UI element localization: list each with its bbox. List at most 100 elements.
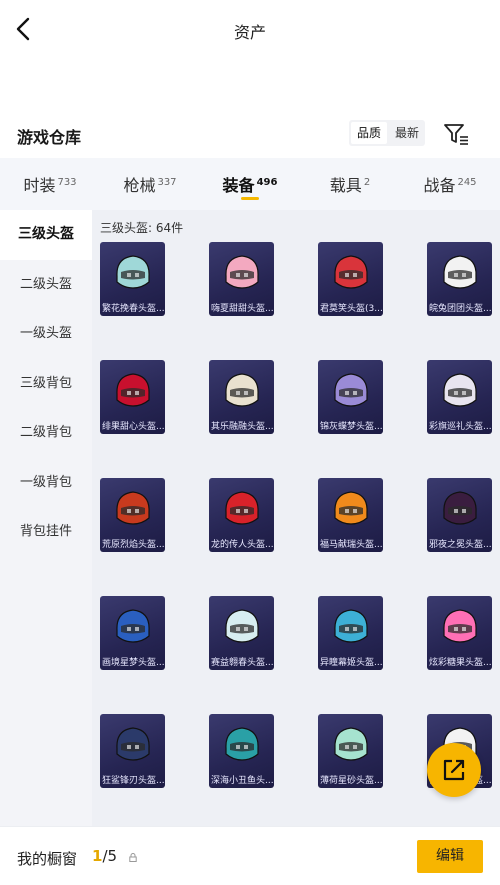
showcase-label: 我的橱窗 bbox=[17, 850, 78, 868]
item-card[interactable]: 皖兔团团头盔... bbox=[427, 242, 492, 316]
tab-3[interactable]: 载具 2 bbox=[300, 158, 400, 210]
tab-label: 枪械 bbox=[123, 176, 156, 195]
helmet-icon bbox=[225, 727, 259, 761]
item-card[interactable]: 繁花挽春头盔... bbox=[100, 242, 165, 316]
filter-icon[interactable] bbox=[443, 122, 469, 146]
helmet-icon bbox=[225, 373, 259, 407]
sidebar-item-0[interactable]: 三级头盔 bbox=[0, 210, 92, 260]
showcase-count: 1/5 bbox=[92, 847, 117, 865]
helmet-icon bbox=[334, 727, 368, 761]
helmet-icon bbox=[334, 373, 368, 407]
item-card[interactable]: 邪夜之冕头盔... bbox=[427, 478, 492, 552]
sidebar-item-3[interactable]: 三级背包 bbox=[0, 359, 92, 409]
helmet-icon bbox=[225, 255, 259, 289]
item-name: 彩旗巡礼头盔... bbox=[429, 422, 492, 432]
tab-label: 装备 bbox=[222, 176, 255, 195]
helmet-icon bbox=[443, 373, 477, 407]
item-card[interactable]: 炫彩糖果头盔... bbox=[427, 596, 492, 670]
item-card[interactable]: 深海小丑鱼头... bbox=[209, 714, 274, 788]
item-card[interactable]: 绯果甜心头盔... bbox=[100, 360, 165, 434]
tab-label: 载具 bbox=[329, 176, 362, 195]
item-name: 皖兔团团头盔... bbox=[429, 304, 492, 314]
helmet-icon bbox=[334, 491, 368, 525]
item-name: 赛益翱春头盔... bbox=[211, 658, 274, 668]
item-name: 异瞳幕姬头盔... bbox=[320, 658, 383, 668]
share-button[interactable] bbox=[427, 743, 481, 797]
item-card[interactable]: 荒原烈焰头盔... bbox=[100, 478, 165, 552]
share-icon bbox=[443, 759, 465, 781]
item-name: 嗨夏甜甜头盔... bbox=[211, 304, 274, 314]
item-card[interactable]: 龙的传人头盔... bbox=[209, 478, 274, 552]
tab-active-indicator bbox=[241, 197, 259, 200]
item-name: 君莫笑头盔(3... bbox=[320, 304, 383, 314]
item-card[interactable]: 赛益翱春头盔... bbox=[209, 596, 274, 670]
item-card[interactable]: 异瞳幕姬头盔... bbox=[318, 596, 383, 670]
tab-4[interactable]: 战备 245 bbox=[400, 158, 500, 210]
item-card[interactable]: 彩旗巡礼头盔... bbox=[427, 360, 492, 434]
warehouse-header: 游戏仓库 品质 最新 bbox=[0, 110, 500, 158]
sidebar-item-5[interactable]: 一级背包 bbox=[0, 458, 92, 508]
item-name: 锦灰蝶梦头盔... bbox=[320, 422, 383, 432]
section-title: 游戏仓库 bbox=[17, 128, 82, 147]
helmet-icon bbox=[116, 727, 150, 761]
tab-label: 战备 bbox=[423, 176, 456, 195]
tab-1[interactable]: 枪械 337 bbox=[100, 158, 200, 210]
item-name: 炫彩糖果头盔... bbox=[429, 658, 492, 668]
tab-count: 337 bbox=[157, 177, 177, 188]
item-card[interactable]: 狂鲨锋刃头盔... bbox=[100, 714, 165, 788]
item-card[interactable]: 君莫笑头盔(3... bbox=[318, 242, 383, 316]
showcase-current: 1 bbox=[92, 847, 103, 865]
item-card[interactable]: 锦灰蝶梦头盔... bbox=[318, 360, 383, 434]
lock-icon bbox=[129, 853, 137, 862]
helmet-icon bbox=[443, 255, 477, 289]
helmet-icon bbox=[225, 609, 259, 643]
page-title: 资产 bbox=[233, 23, 266, 42]
sort-quality-button[interactable]: 品质 bbox=[351, 122, 387, 144]
item-name: 绯果甜心头盔... bbox=[102, 422, 165, 432]
category-tabs: 时装 733 枪械 337 装备 496 载具 2 战备 245 bbox=[0, 158, 500, 210]
helmet-icon bbox=[116, 373, 150, 407]
helmet-icon bbox=[443, 491, 477, 525]
item-name: 邪夜之冕头盔... bbox=[429, 540, 492, 550]
top-bar: 资产 bbox=[0, 0, 500, 60]
helmet-icon bbox=[116, 255, 150, 289]
sort-latest-button[interactable]: 最新 bbox=[389, 122, 425, 144]
helmet-icon bbox=[225, 491, 259, 525]
helmet-icon bbox=[334, 609, 368, 643]
sidebar-item-6[interactable]: 背包挂件 bbox=[0, 507, 92, 557]
item-card[interactable]: 画境星梦头盔... bbox=[100, 596, 165, 670]
helmet-icon bbox=[116, 609, 150, 643]
item-card[interactable]: 嗨夏甜甜头盔... bbox=[209, 242, 274, 316]
item-name: 狂鲨锋刃头盔... bbox=[102, 776, 165, 786]
sort-toggle: 品质 最新 bbox=[349, 120, 425, 146]
item-name: 繁花挽春头盔... bbox=[102, 304, 165, 314]
edit-button[interactable]: 编辑 bbox=[417, 840, 483, 873]
sidebar-item-1[interactable]: 二级头盔 bbox=[0, 260, 92, 310]
sidebar-item-4[interactable]: 二级背包 bbox=[0, 408, 92, 458]
tab-count: 496 bbox=[256, 177, 278, 188]
helmet-icon bbox=[443, 609, 477, 643]
item-name: 画境星梦头盔... bbox=[102, 658, 165, 668]
item-card[interactable]: 薄荷星砂头盔... bbox=[318, 714, 383, 788]
helmet-icon bbox=[116, 491, 150, 525]
showcase-bar: 我的橱窗 1/5 编辑 bbox=[0, 826, 500, 885]
item-card[interactable]: 其乐融融头盔... bbox=[209, 360, 274, 434]
helmet-icon bbox=[334, 255, 368, 289]
tab-count: 2 bbox=[363, 177, 371, 188]
tab-2[interactable]: 装备 496 bbox=[200, 158, 300, 210]
item-card[interactable]: 福马献瑞头盔... bbox=[318, 478, 383, 552]
item-name: 福马献瑞头盔... bbox=[320, 540, 383, 550]
item-count: 三级头盔: 64件 bbox=[100, 221, 184, 235]
tab-0[interactable]: 时装 733 bbox=[0, 158, 100, 210]
tab-count: 733 bbox=[57, 177, 77, 188]
tab-label: 时装 bbox=[23, 176, 56, 195]
item-name: 荒原烈焰头盔... bbox=[102, 540, 165, 550]
tab-count: 245 bbox=[457, 177, 477, 188]
item-name: 深海小丑鱼头... bbox=[211, 776, 274, 786]
item-name: 薄荷星砂头盔... bbox=[320, 776, 383, 786]
item-panel: 三级头盔: 64件 繁花挽春头盔... 嗨夏甜甜头盔... 君莫笑头盔(3... 皖兔… bbox=[92, 210, 500, 826]
item-name: 龙的传人头盔... bbox=[211, 540, 274, 550]
sidebar-item-2[interactable]: 一级头盔 bbox=[0, 309, 92, 359]
item-name: 其乐融融头盔... bbox=[211, 422, 274, 432]
showcase-total: /5 bbox=[102, 847, 118, 865]
